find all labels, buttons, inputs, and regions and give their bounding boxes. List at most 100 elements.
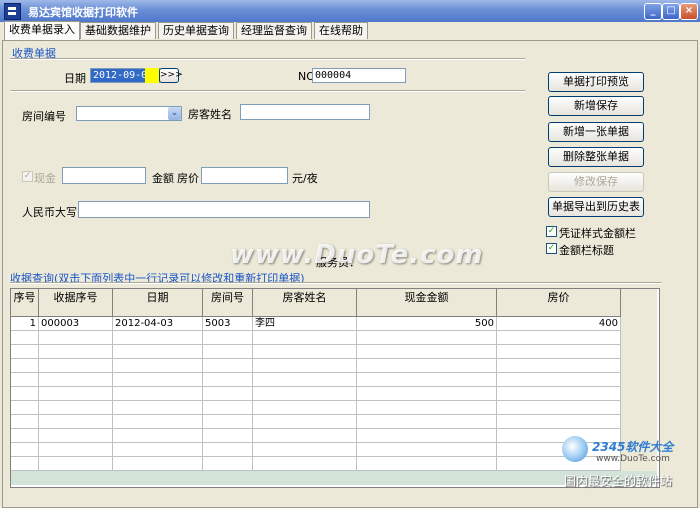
- cell-empty: [113, 359, 203, 373]
- cell-empty: [357, 359, 497, 373]
- tab-online-help[interactable]: 在线帮助: [314, 22, 368, 39]
- app-icon: [4, 3, 21, 20]
- tab-bar: 收费单据录入 基础数据维护 历史单据查询 经理监督查询 在线帮助: [0, 21, 700, 42]
- table-row[interactable]: [11, 387, 621, 401]
- brand-badge: 2345软件大全 www.DuoTe.com 国内最安全的软件站: [560, 434, 700, 504]
- cash-amount-field[interactable]: [62, 167, 146, 184]
- table-row[interactable]: [11, 401, 621, 415]
- cell-empty: [357, 443, 497, 457]
- cell-empty: [39, 359, 113, 373]
- guest-name-field[interactable]: [240, 104, 370, 120]
- cell-empty: [203, 331, 253, 345]
- cash-checkbox[interactable]: ✓: [22, 171, 33, 182]
- col-header-seq[interactable]: 序号: [11, 289, 39, 317]
- modify-save-button[interactable]: 修改保存: [548, 172, 644, 192]
- cell-empty: [11, 345, 39, 359]
- export-history-button[interactable]: 单据导出到历史表: [548, 197, 644, 217]
- cell-empty: [497, 345, 621, 359]
- cell-empty: [11, 331, 39, 345]
- new-receipt-button[interactable]: 新增一张单据: [548, 122, 644, 142]
- tab-fee-entry[interactable]: 收费单据录入: [4, 21, 80, 40]
- minimize-button[interactable]: _: [644, 3, 662, 20]
- cell-empty: [113, 373, 203, 387]
- cell-room: 5003: [203, 317, 253, 331]
- cell-empty: [357, 401, 497, 415]
- rmb-uppercase-field[interactable]: [78, 201, 370, 218]
- chevron-down-icon[interactable]: ⌄: [168, 107, 181, 120]
- amount-label: 金额: [152, 172, 174, 185]
- print-preview-button[interactable]: 单据打印预览: [548, 72, 644, 92]
- cell-guest: 李四: [253, 317, 357, 331]
- table-row[interactable]: 1 000003 2012-04-03 5003 李四 500 400: [11, 317, 621, 331]
- cell-empty: [11, 387, 39, 401]
- cell-price: 400: [497, 317, 621, 331]
- receipt-no-field[interactable]: 000004: [312, 68, 406, 83]
- cell-empty: [113, 415, 203, 429]
- close-button[interactable]: ×: [680, 3, 698, 20]
- tab-history-query[interactable]: 历史单据查询: [158, 22, 234, 39]
- cell-empty: [113, 387, 203, 401]
- cell-empty: [357, 345, 497, 359]
- voucher-style-label: 凭证样式金额栏: [559, 227, 636, 240]
- cell-empty: [39, 373, 113, 387]
- maximize-button[interactable]: □: [662, 3, 680, 20]
- cell-date: 2012-04-03: [113, 317, 203, 331]
- cell-empty: [11, 429, 39, 443]
- cell-empty: [203, 359, 253, 373]
- cell-empty: [113, 429, 203, 443]
- cell-empty: [203, 415, 253, 429]
- room-label: 房间编号: [22, 110, 66, 123]
- cell-empty: [357, 415, 497, 429]
- cell-receipt-no: 000003: [39, 317, 113, 331]
- add-save-button[interactable]: 新增保存: [548, 96, 644, 116]
- cell-empty: [39, 415, 113, 429]
- cell-empty: [497, 401, 621, 415]
- mascot-icon: [562, 436, 588, 462]
- cell-empty: [203, 401, 253, 415]
- table-row[interactable]: [11, 443, 621, 457]
- brand-url: www.DuoTe.com: [596, 454, 670, 464]
- cell-empty: [253, 415, 357, 429]
- amount-title-checkbox[interactable]: ✓: [546, 243, 557, 254]
- cell-empty: [11, 443, 39, 457]
- cell-empty: [357, 331, 497, 345]
- room-price-field[interactable]: [201, 167, 288, 184]
- col-header-price[interactable]: 房价: [497, 289, 621, 317]
- cell-empty: [253, 443, 357, 457]
- table-row[interactable]: [11, 345, 621, 359]
- table-row[interactable]: [11, 457, 621, 471]
- cell-empty: [39, 429, 113, 443]
- voucher-style-checkbox[interactable]: ✓: [546, 226, 557, 237]
- date-picker-button[interactable]: >>>: [159, 68, 183, 83]
- divider: [10, 90, 525, 92]
- table-row[interactable]: [11, 373, 621, 387]
- title-bar: 易达宾馆收据打印软件 _ □ ×: [0, 0, 700, 22]
- rmb-uppercase-label: 人民币大写: [22, 206, 77, 219]
- delete-receipt-button[interactable]: 删除整张单据: [548, 147, 644, 167]
- cell-empty: [253, 401, 357, 415]
- col-header-room[interactable]: 房间号: [203, 289, 253, 317]
- cell-empty: [203, 387, 253, 401]
- col-header-date[interactable]: 日期: [113, 289, 203, 317]
- cell-empty: [357, 429, 497, 443]
- window-title: 易达宾馆收据打印软件: [28, 6, 138, 19]
- table-row[interactable]: [11, 359, 621, 373]
- col-header-cash[interactable]: 现金金额: [357, 289, 497, 317]
- unit-label: 元/夜: [292, 172, 318, 185]
- watermark: www.DuoTe.com: [230, 240, 484, 270]
- room-select[interactable]: [76, 106, 182, 121]
- table-row[interactable]: [11, 331, 621, 345]
- table-row[interactable]: [11, 415, 621, 429]
- cell-empty: [39, 345, 113, 359]
- cell-empty: [253, 359, 357, 373]
- tab-manager-query[interactable]: 经理监督查询: [236, 22, 312, 39]
- tab-basic-data[interactable]: 基础数据维护: [80, 22, 156, 39]
- cell-cash: 500: [357, 317, 497, 331]
- cell-empty: [203, 373, 253, 387]
- cell-empty: [203, 457, 253, 471]
- table-row[interactable]: [11, 429, 621, 443]
- cell-empty: [253, 345, 357, 359]
- col-header-receipt-no[interactable]: 收据序号: [39, 289, 113, 317]
- cell-empty: [253, 373, 357, 387]
- col-header-guest[interactable]: 房客姓名: [253, 289, 357, 317]
